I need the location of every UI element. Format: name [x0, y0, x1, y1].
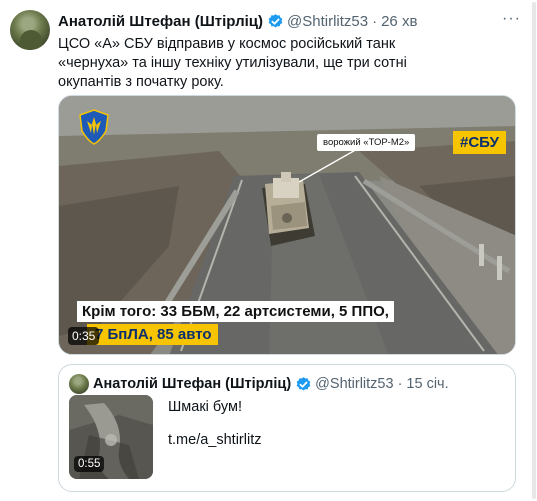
video-caption-line-2: 7 БпЛА, 85 авто — [87, 324, 218, 345]
author-name[interactable]: Анатолій Штефан (Штірліц) — [58, 13, 263, 30]
sbu-emblem-icon — [78, 109, 110, 145]
scrollbar-thumb[interactable] — [532, 2, 536, 499]
tweet[interactable]: Анатолій Штефан (Штірліц) @Shtirlitz53 ·… — [0, 0, 537, 501]
separator-dot: · — [397, 376, 403, 392]
quoted-timestamp[interactable]: 15 січ. — [406, 376, 448, 392]
video-player[interactable]: ворожий «ТОР-М2» #СБУ Крім того: 33 ББМ,… — [58, 95, 516, 355]
separator-dot: · — [372, 12, 378, 30]
quoted-link[interactable]: t.me/a_shtirlitz — [168, 432, 261, 448]
target-label: ворожий «ТОР-М2» — [317, 134, 416, 151]
quoted-author-handle[interactable]: @Shtirlitz53 — [315, 376, 393, 392]
more-dots-icon[interactable]: ··· — [502, 10, 521, 28]
quoted-author-name[interactable]: Анатолій Штефан (Штірліц) — [93, 376, 291, 392]
quoted-text: Шмакі бум! — [168, 399, 242, 415]
video-caption-line-1: Крім того: 33 ББМ, 22 артсистеми, 5 ППО, — [77, 301, 394, 322]
quoted-tweet[interactable]: Анатолій Штефан (Штірліц) @Shtirlitz53 ·… — [58, 364, 516, 492]
scrollbar[interactable] — [530, 0, 537, 501]
avatar[interactable] — [10, 10, 50, 50]
quoted-video-thumbnail[interactable]: 0:55 — [69, 395, 153, 479]
sbu-hashtag-badge: #СБУ — [453, 131, 506, 154]
verified-badge-icon — [267, 13, 284, 30]
video-duration: 0:35 — [68, 327, 100, 345]
quoted-video-duration: 0:55 — [74, 456, 105, 472]
quoted-avatar[interactable] — [69, 374, 89, 394]
author-handle[interactable]: @Shtirlitz53 — [287, 13, 368, 30]
tweet-header: Анатолій Штефан (Штірліц) @Shtirlitz53 ·… — [58, 11, 417, 31]
tweet-text: ЦСО «А» СБУ відправив у космос російськи… — [58, 36, 407, 90]
verified-badge-icon — [295, 376, 312, 393]
quoted-header: Анатолій Штефан (Штірліц) @Shtirlitz53 ·… — [93, 374, 449, 394]
tweet-timestamp[interactable]: 26 хв — [381, 13, 417, 30]
